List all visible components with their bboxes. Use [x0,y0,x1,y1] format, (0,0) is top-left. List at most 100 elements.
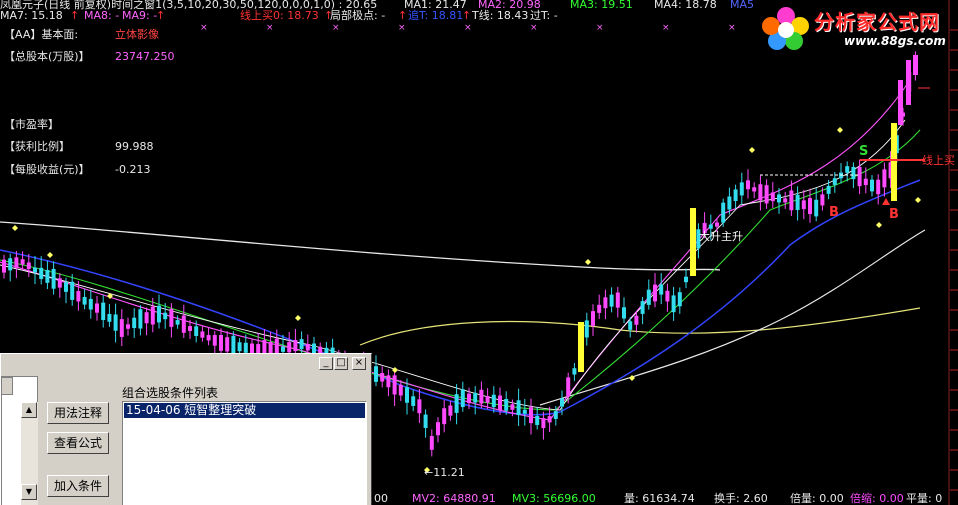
candle-body [535,416,540,425]
candle-body [405,387,409,403]
candle-body [715,222,719,227]
close-button[interactable]: × [352,357,366,370]
candle-body [826,185,831,194]
candle-body [95,303,99,313]
candle-body [14,257,19,268]
candle-body [126,324,130,329]
candle-body [150,306,155,325]
fund-aa-value: 立体影像 [115,28,159,41]
candle-body [132,317,137,329]
header-local-extreme: 局部极点: - [330,9,386,22]
header-over-t: 过T: - [530,9,558,22]
candle-body [33,267,37,273]
minimize-button[interactable]: _ [319,357,333,370]
candle-body [547,416,552,423]
candle-body [454,394,459,413]
candle-body [857,166,862,187]
header-buy-line: 线上买0: 18.73 [240,9,319,22]
list-item[interactable]: 15-04-06 短智整理突破 [124,403,365,418]
candle-body [653,284,657,302]
bottom-flat: 平量: 0 [906,492,943,505]
candle-body [411,396,416,406]
candle-body [88,298,93,310]
bottom-vol: 量: 61634.74 [624,492,695,505]
left-panel-header [1,377,13,395]
maximize-button[interactable]: □ [334,357,348,370]
usage-notes-button[interactable]: 用法注释 [47,402,109,424]
site-logo: 分析家公式网 www.88gs.com [760,4,955,50]
candle-body [863,178,868,186]
candle-body [516,400,521,416]
fund-shares-label: 【总股本(万股)】 [4,50,90,63]
candle-body [181,315,186,333]
candle-body [219,335,223,351]
candle-body [876,179,881,195]
candle-body [64,282,68,292]
candle-body [764,185,769,204]
candle-body [8,258,13,271]
candle-body [882,169,887,188]
candle-body [770,192,775,202]
candle-body [473,392,478,403]
window-titlebar[interactable]: _ □ × [1,354,371,374]
candle-body [777,194,781,203]
yellow-candle [690,208,696,276]
candle-body [169,308,174,327]
arrow-icon [882,198,890,205]
left-scrollbar[interactable]: ▲ ▼ [21,402,38,505]
candle-body [721,202,726,223]
logo-name: 分析家公式网 [814,10,940,34]
add-condition-button[interactable]: 加入条件 [47,475,109,497]
candle-body [442,408,447,425]
candle-body [801,200,806,210]
fund-aa-label: 【AA】基本面: [4,28,79,41]
candle-body [659,284,664,295]
header-ma7: MA7: 15.18 [0,9,63,22]
view-formula-button[interactable]: 查看公式 [47,432,109,454]
scroll-up-button[interactable]: ▲ [21,402,37,418]
candle-body [622,307,626,319]
magenta-candle [898,80,903,125]
candle-body [832,178,837,185]
candle-body [479,389,484,404]
candle-body [237,342,242,352]
pivot-dot [12,225,18,231]
candle-body [107,313,112,322]
candle-body [808,198,812,215]
pivot-dot [749,147,755,153]
fund-profit-value: 99.988 [115,140,154,153]
yellow-candle [578,322,584,372]
candle-body [746,180,750,190]
pivot-dot [915,197,921,203]
candle-body [783,198,788,203]
signal-s: S [859,144,869,159]
magenta-candle [906,60,911,105]
candle-body [485,396,490,403]
bottom-mv3: MV3: 56696.00 [512,492,596,505]
volume-indicator-bar: 00 MV2: 64880.91 MV3: 56696.00 量: 61634.… [374,493,958,505]
fund-profit-label: 【获利比例】 [4,140,70,153]
yellow-candle [891,123,897,201]
left-list-panel[interactable]: ▲ ▼ [1,376,38,505]
signal-b-1: B [829,205,839,220]
fund-pe-label: 【市盈率】 [4,118,59,131]
scroll-down-button[interactable]: ▼ [21,484,37,500]
header-ma8: MA8: - [84,9,120,22]
candle-body [628,321,633,330]
pivot-dot [47,252,53,258]
candle-body [795,194,800,211]
candle-body [498,395,502,411]
candle-body [305,344,310,351]
header-mark-a: ↑ [70,9,80,22]
pivot-dot [876,222,882,228]
candle-body [386,375,391,388]
candle-body [374,366,378,382]
candle-body [529,407,533,424]
candle-body [677,292,682,307]
candle-body [423,414,428,428]
condition-listbox[interactable]: 15-04-06 短智整理突破 [122,401,367,505]
candle-body [814,199,819,217]
header-mark-b: ↑ [156,9,166,22]
candle-body [597,304,602,313]
candle-body [76,291,81,302]
